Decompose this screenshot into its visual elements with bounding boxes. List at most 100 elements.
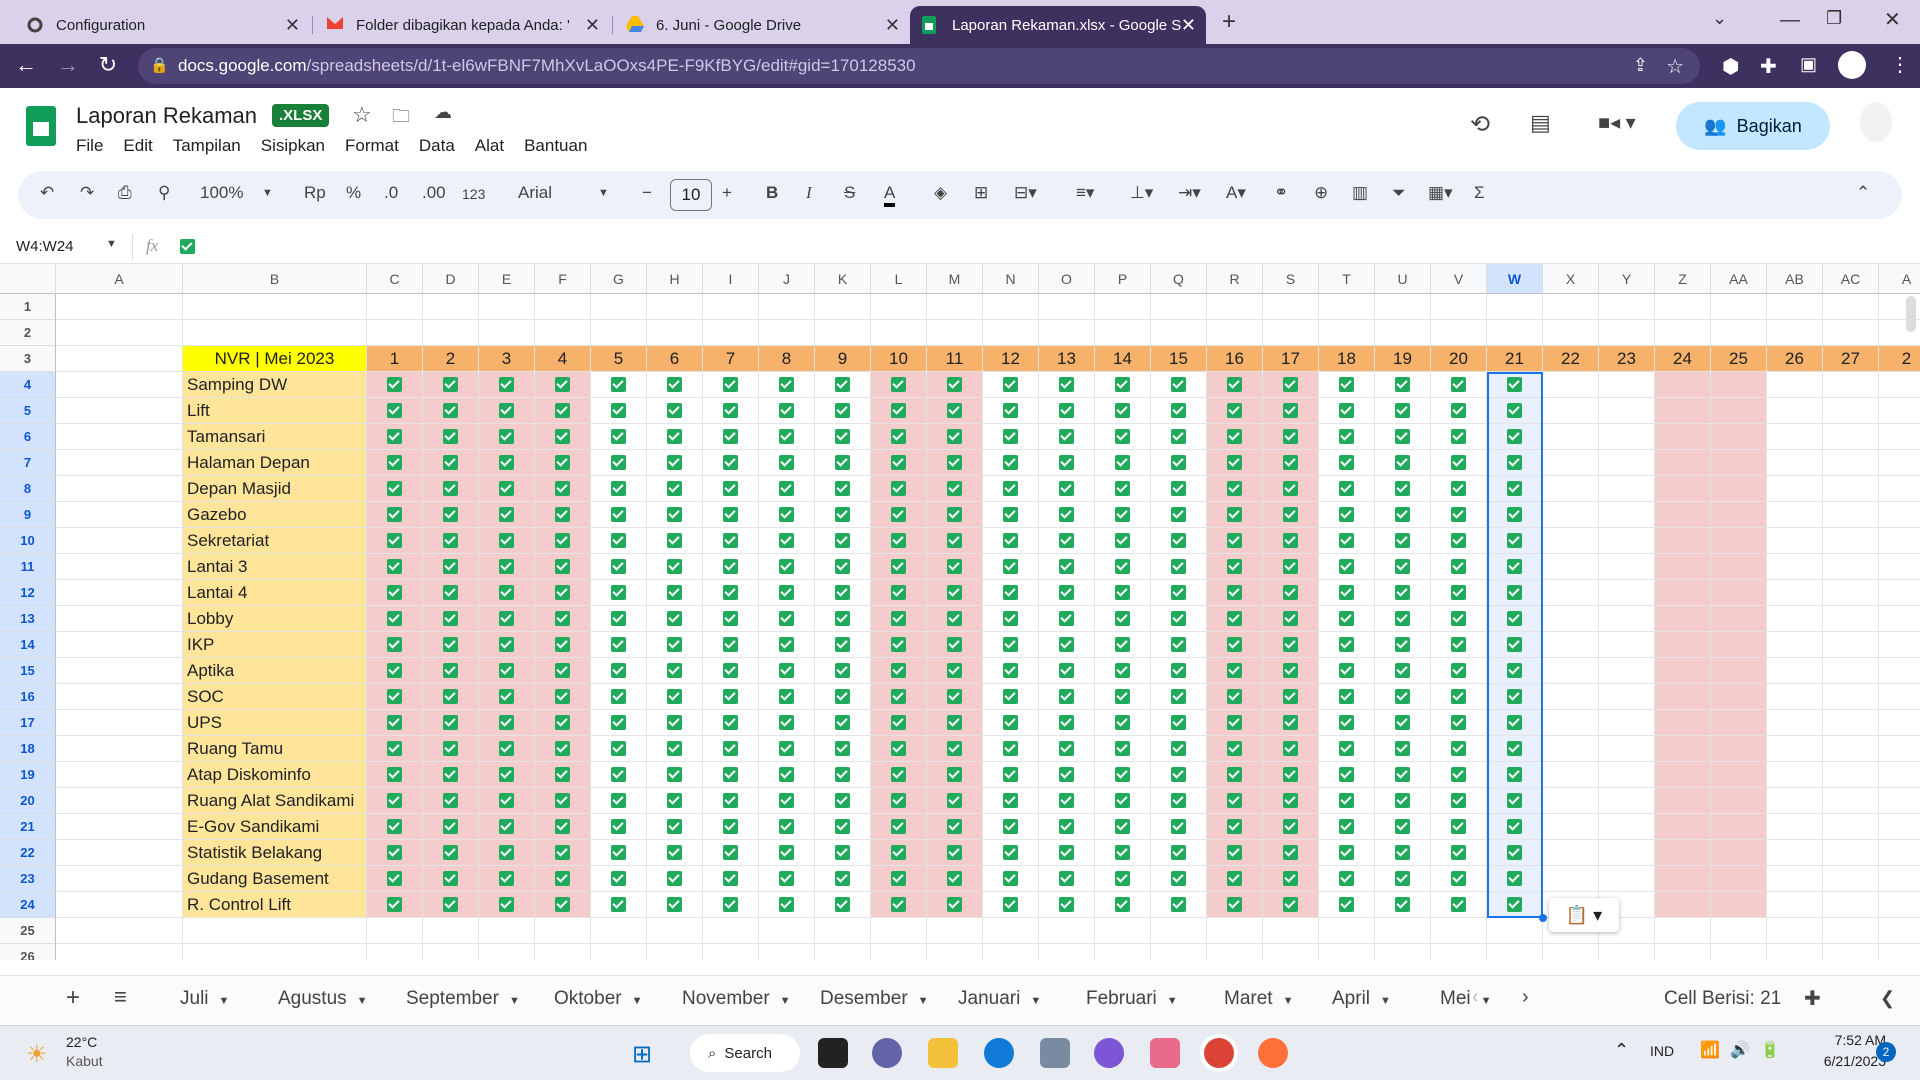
cell[interactable]	[591, 320, 647, 346]
cell[interactable]	[1375, 476, 1431, 502]
cell[interactable]	[479, 294, 535, 320]
checkbox-checked[interactable]	[779, 637, 794, 652]
checkbox-checked[interactable]	[1115, 689, 1130, 704]
cell[interactable]	[1375, 866, 1431, 892]
cell[interactable]	[927, 632, 983, 658]
checkbox-checked[interactable]	[1283, 481, 1298, 496]
cell[interactable]	[815, 450, 871, 476]
checkbox-checked[interactable]	[1059, 559, 1074, 574]
cell[interactable]	[1095, 684, 1151, 710]
checkbox-checked[interactable]	[1171, 793, 1186, 808]
cell[interactable]	[1095, 814, 1151, 840]
chevron-down-icon[interactable]: ▼	[632, 995, 643, 1007]
checkbox-checked[interactable]	[667, 611, 682, 626]
cell[interactable]	[983, 372, 1039, 398]
cloud-status-icon[interactable]: ☁	[434, 102, 452, 123]
windows-start-icon[interactable]: ⊞	[632, 1040, 652, 1069]
filter-icon[interactable]: ⏷	[1392, 183, 1406, 203]
cell[interactable]	[983, 632, 1039, 658]
cell[interactable]	[479, 320, 535, 346]
location-cell[interactable]: Ruang Tamu	[183, 736, 367, 762]
checkbox-checked[interactable]	[835, 741, 850, 756]
sheet-tab[interactable]: April ▼	[1332, 988, 1391, 1010]
checkbox-checked[interactable]	[443, 455, 458, 470]
cell[interactable]	[1767, 294, 1823, 320]
cell[interactable]	[1599, 450, 1655, 476]
cell[interactable]	[871, 606, 927, 632]
cell[interactable]	[1543, 762, 1599, 788]
cell[interactable]	[1487, 788, 1543, 814]
row-header[interactable]: 18	[0, 736, 56, 762]
checkbox-checked[interactable]	[611, 741, 626, 756]
column-header[interactable]: V	[1431, 264, 1487, 294]
cell[interactable]	[1879, 424, 1920, 450]
sheets-logo-icon[interactable]	[26, 106, 56, 146]
cell[interactable]	[1431, 554, 1487, 580]
column-header[interactable]: C	[367, 264, 423, 294]
checkbox-checked[interactable]	[1395, 481, 1410, 496]
cell[interactable]	[1599, 528, 1655, 554]
cell[interactable]	[1319, 320, 1375, 346]
checkbox-checked[interactable]	[1171, 403, 1186, 418]
cell[interactable]	[1543, 476, 1599, 502]
cell[interactable]	[1543, 710, 1599, 736]
cell[interactable]	[1767, 658, 1823, 684]
cell[interactable]	[367, 606, 423, 632]
merge-cells-icon[interactable]: ⊟▾	[1014, 183, 1037, 203]
checkbox-checked[interactable]	[1059, 897, 1074, 912]
cell[interactable]	[871, 840, 927, 866]
cell[interactable]	[535, 554, 591, 580]
cell[interactable]	[703, 476, 759, 502]
cell[interactable]	[647, 944, 703, 960]
cell[interactable]	[1767, 398, 1823, 424]
checkbox-checked[interactable]	[779, 871, 794, 886]
day-header-cell[interactable]: 23	[1599, 346, 1655, 372]
cell[interactable]	[647, 866, 703, 892]
cell[interactable]	[871, 372, 927, 398]
cell[interactable]	[1599, 372, 1655, 398]
checkbox-checked[interactable]	[1507, 637, 1522, 652]
checkbox-checked[interactable]	[947, 715, 962, 730]
cell[interactable]	[647, 424, 703, 450]
cell[interactable]	[1879, 502, 1920, 528]
cell[interactable]	[1431, 450, 1487, 476]
cell[interactable]	[759, 684, 815, 710]
cell[interactable]	[1095, 580, 1151, 606]
cell[interactable]	[1151, 372, 1207, 398]
cell[interactable]	[1655, 554, 1711, 580]
cell[interactable]	[871, 424, 927, 450]
checkbox-checked[interactable]	[1395, 689, 1410, 704]
cell[interactable]	[1095, 710, 1151, 736]
checkbox-checked[interactable]	[499, 767, 514, 782]
checkbox-checked[interactable]	[835, 689, 850, 704]
cell[interactable]	[703, 892, 759, 918]
cell[interactable]	[759, 450, 815, 476]
cell[interactable]	[815, 658, 871, 684]
day-header-cell[interactable]: 15	[1151, 346, 1207, 372]
cell[interactable]	[759, 424, 815, 450]
checkbox-checked[interactable]	[947, 533, 962, 548]
cell[interactable]	[56, 814, 183, 840]
checkbox-checked[interactable]	[1451, 897, 1466, 912]
fill-handle[interactable]	[1539, 914, 1547, 922]
cell[interactable]	[591, 892, 647, 918]
cell[interactable]	[983, 528, 1039, 554]
vertical-scrollbar[interactable]	[1906, 296, 1916, 332]
cell[interactable]	[703, 736, 759, 762]
cell[interactable]	[1487, 554, 1543, 580]
checkbox-checked[interactable]	[1283, 507, 1298, 522]
checkbox-checked[interactable]	[667, 455, 682, 470]
checkbox-checked[interactable]	[667, 585, 682, 600]
row-header[interactable]: 19	[0, 762, 56, 788]
weather-icon[interactable]: ☀	[26, 1040, 48, 1069]
cell[interactable]	[591, 658, 647, 684]
cell[interactable]	[1487, 944, 1543, 960]
column-header[interactable]: W	[1487, 264, 1543, 294]
cell[interactable]	[983, 918, 1039, 944]
cell[interactable]	[1319, 658, 1375, 684]
cell[interactable]	[759, 892, 815, 918]
checkbox-checked[interactable]	[1227, 507, 1242, 522]
column-header[interactable]: K	[815, 264, 871, 294]
cell[interactable]	[1095, 658, 1151, 684]
cell[interactable]	[1207, 450, 1263, 476]
